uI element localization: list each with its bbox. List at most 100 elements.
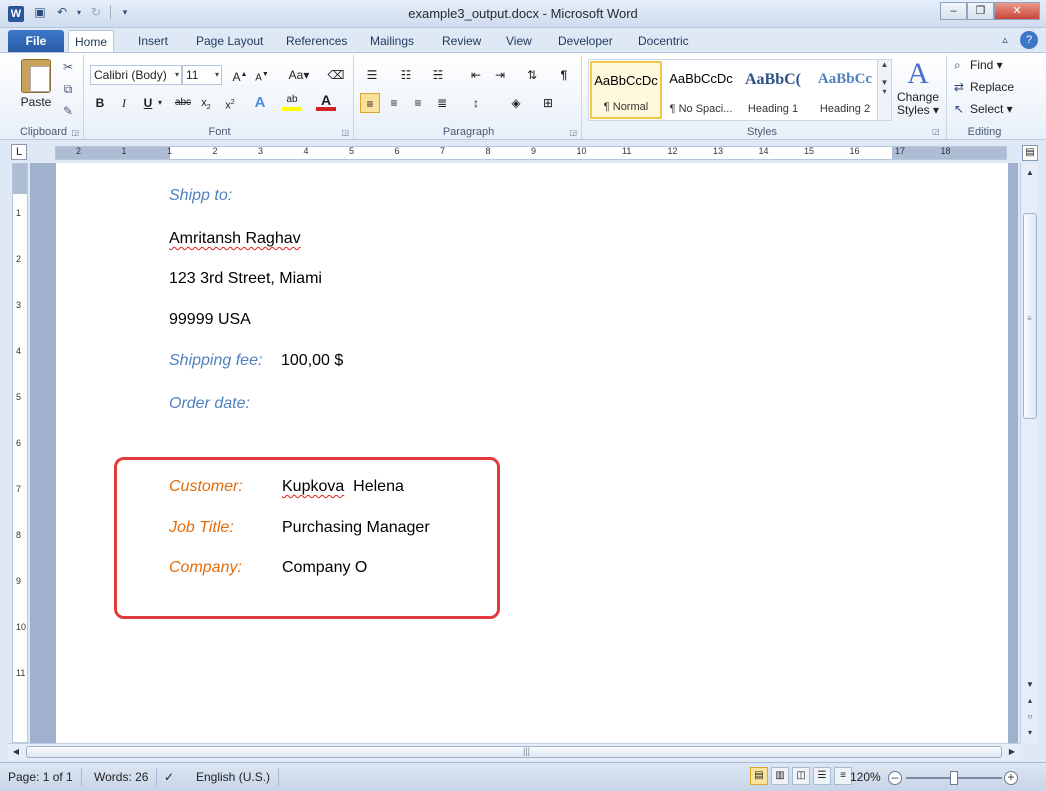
tab-stop-selector[interactable]: L xyxy=(11,144,27,160)
tab-file[interactable]: File xyxy=(8,30,64,52)
tab-developer[interactable]: Developer xyxy=(552,30,619,52)
font-color-icon[interactable]: A xyxy=(316,93,336,111)
align-right-icon[interactable]: ≡ xyxy=(408,93,428,113)
font-group-label: Font xyxy=(208,126,231,138)
vruler-number: 4 xyxy=(16,346,22,356)
shipping-fee-value: 100,00 $ xyxy=(281,352,344,369)
font-family-combo[interactable]: Calibri (Body) ▾ xyxy=(90,65,182,85)
print-layout-icon[interactable]: ▤ xyxy=(750,767,768,785)
multilevel-list-icon[interactable]: ☵ xyxy=(428,65,448,85)
document-page[interactable]: Shipp to: Amritansh Raghav 123 3rd Stree… xyxy=(56,163,1008,743)
web-layout-icon[interactable]: ◫ xyxy=(792,767,810,785)
change-styles-button[interactable]: A Change Styles ▾ xyxy=(896,57,940,119)
tab-view[interactable]: View xyxy=(500,30,538,52)
text-effects-icon[interactable]: A xyxy=(250,93,270,113)
style-no-spacing[interactable]: AaBbCcDc ¶ No Spaci... xyxy=(665,61,737,119)
chevron-down-icon: ▾ xyxy=(214,70,219,79)
strikethrough-icon[interactable]: abc xyxy=(170,93,196,113)
horizontal-scroll-thumb[interactable]: ||| xyxy=(26,746,1002,758)
bullets-icon[interactable]: ☰ xyxy=(362,65,382,85)
font-launcher-icon[interactable]: ◲ xyxy=(341,128,349,137)
shading-icon[interactable]: ◈ xyxy=(506,93,526,113)
scroll-right-icon[interactable]: ▶ xyxy=(1004,744,1020,760)
copy-icon[interactable]: ⧉ xyxy=(60,81,76,97)
vertical-scrollbar[interactable]: ▲ ≡ ▼ ▴ ○ ▾ xyxy=(1020,163,1038,743)
subscript-icon[interactable]: x2 xyxy=(196,93,216,113)
scroll-left-icon[interactable]: ◀ xyxy=(8,744,24,760)
minimize-button[interactable]: – xyxy=(940,2,967,20)
zoom-out-icon[interactable]: – xyxy=(888,771,902,785)
scroll-up-icon[interactable]: ▲ xyxy=(1022,165,1038,181)
italic-icon[interactable]: I xyxy=(114,93,134,113)
bold-icon[interactable]: B xyxy=(90,93,110,113)
sort-icon[interactable]: ⇅ xyxy=(522,65,542,85)
tab-mailings[interactable]: Mailings xyxy=(364,30,420,52)
clipboard-launcher-icon[interactable]: ◲ xyxy=(71,128,79,137)
word-count[interactable]: Words: 26 xyxy=(94,768,158,786)
vertical-ruler[interactable]: 1 2 3 4 5 6 7 8 9 10 11 xyxy=(12,163,28,743)
view-ruler-icon[interactable]: ▤ xyxy=(1022,145,1038,161)
previous-page-icon[interactable]: ▴ xyxy=(1022,693,1038,709)
proofing-icon[interactable]: ✓ xyxy=(164,768,182,786)
tab-review[interactable]: Review xyxy=(436,30,487,52)
line-spacing-icon[interactable]: ↕ xyxy=(466,93,486,113)
tab-page-layout[interactable]: Page Layout xyxy=(190,30,269,52)
select-label: Select ▾ xyxy=(970,102,1013,116)
scroll-down-icon[interactable]: ▼ xyxy=(1022,677,1038,693)
decrease-indent-icon[interactable]: ⇤ xyxy=(466,65,486,85)
show-formatting-icon[interactable]: ¶ xyxy=(554,65,574,85)
next-page-icon[interactable]: ▾ xyxy=(1022,725,1038,741)
find-button[interactable]: ⌕ Find ▾ xyxy=(954,55,1003,75)
ribbon-minimize-icon[interactable]: ▵ xyxy=(996,31,1014,49)
superscript-icon[interactable]: x2 xyxy=(220,93,240,113)
grow-font-icon[interactable]: A▲ xyxy=(230,65,250,85)
replace-button[interactable]: ⇄ Replace xyxy=(954,77,1014,97)
increase-indent-icon[interactable]: ⇥ xyxy=(490,65,510,85)
paragraph-launcher-icon[interactable]: ◲ xyxy=(569,128,577,137)
replace-label: Replace xyxy=(970,80,1015,94)
styles-launcher-icon[interactable]: ◲ xyxy=(932,127,940,136)
zoom-in-icon[interactable]: + xyxy=(1004,771,1018,785)
maximize-button[interactable]: ❐ xyxy=(967,2,994,20)
zoom-level[interactable]: 120% xyxy=(850,768,881,786)
clear-formatting-icon[interactable]: ⌫ xyxy=(326,65,346,85)
borders-icon[interactable]: ⊞ xyxy=(538,93,558,113)
close-button[interactable]: ✕ xyxy=(994,2,1040,20)
full-screen-reading-icon[interactable]: ▥ xyxy=(771,767,789,785)
styles-gallery-scroll[interactable]: ▲ ▼ ▾ xyxy=(877,60,891,120)
chevron-down-icon[interactable]: ▾ xyxy=(150,93,170,113)
tab-home[interactable]: Home xyxy=(68,30,115,52)
font-size-combo[interactable]: 11 ▾ xyxy=(182,65,222,85)
paste-button[interactable]: Paste xyxy=(14,59,58,117)
style-heading-2[interactable]: AaBbCc Heading 2 xyxy=(809,61,881,119)
language[interactable]: English (U.S.) xyxy=(196,768,280,786)
numbering-icon[interactable]: ☷ xyxy=(396,65,416,85)
justify-icon[interactable]: ≣ xyxy=(432,93,452,113)
align-left-icon[interactable]: ≡ xyxy=(360,93,380,113)
style-normal[interactable]: AaBbCcDc ¶ Normal xyxy=(590,61,662,119)
ruler-numbers: 2 1 1 2 3 4 5 6 7 8 9 10 11 12 13 14 15 16 17 18 xyxy=(56,146,1006,159)
cut-icon[interactable]: ✂ xyxy=(60,59,76,75)
shrink-font-icon[interactable]: A▼ xyxy=(252,65,272,85)
style-heading-1[interactable]: AaBbC( Heading 1 xyxy=(737,61,809,119)
vertical-scroll-thumb[interactable]: ≡ xyxy=(1023,213,1037,419)
help-icon[interactable]: ? xyxy=(1020,31,1038,49)
job-title-label: Job Title: xyxy=(169,519,234,536)
window-title: example3_output.docx - Microsoft Word xyxy=(408,6,638,21)
select-button[interactable]: ↖ Select ▾ xyxy=(954,99,1013,119)
browse-object-icon[interactable]: ○ xyxy=(1022,709,1038,725)
ruler-number: 6 xyxy=(394,146,400,156)
format-painter-icon[interactable]: ✎ xyxy=(60,103,76,119)
tab-docentric[interactable]: Docentric xyxy=(632,30,695,52)
outline-icon[interactable]: ☰ xyxy=(813,767,831,785)
horizontal-ruler[interactable]: 2 1 1 2 3 4 5 6 7 8 9 10 11 12 13 14 15 16 17 18 xyxy=(55,146,1007,160)
align-center-icon[interactable]: ≡ xyxy=(384,93,404,113)
page-count[interactable]: Page: 1 of 1 xyxy=(8,768,82,786)
change-case-icon[interactable]: Aa▾ xyxy=(286,65,312,85)
tab-references[interactable]: References xyxy=(280,30,353,52)
highlight-icon[interactable]: ab xyxy=(282,93,302,111)
ruler-number: 17 xyxy=(895,146,906,156)
tab-insert[interactable]: Insert xyxy=(132,30,174,52)
zoom-slider-thumb[interactable] xyxy=(950,771,958,785)
horizontal-scrollbar[interactable]: ◀ ||| ▶ xyxy=(8,743,1020,760)
